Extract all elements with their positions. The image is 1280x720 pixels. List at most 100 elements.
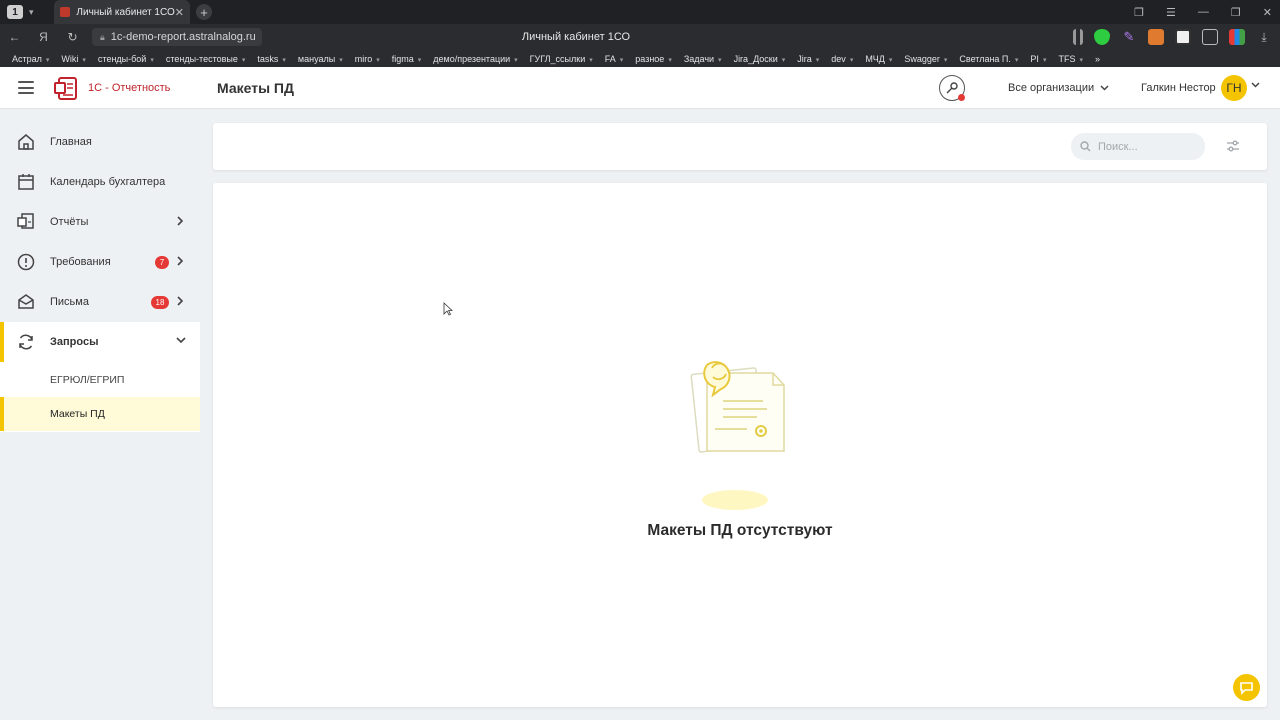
sidebar-item-label: Письма [50,296,89,308]
mail-icon [18,294,34,309]
bookmark-item[interactable]: демо/презентации ▾ [433,54,517,64]
count-badge: 7 [155,256,169,269]
empty-state-illustration [690,361,785,510]
hamburger-menu-icon[interactable] [18,81,34,94]
browser-tab[interactable]: Личный кабинет 1СО ✕ [54,0,190,24]
certificate-key-button[interactable] [939,75,965,101]
bookmark-item[interactable]: разное ▾ [635,54,672,64]
bookmark-item[interactable]: figma ▾ [392,54,422,64]
chevron-down-icon[interactable]: ▾ [29,7,34,18]
bookmark-item[interactable]: Светлана П. ▾ [959,54,1018,64]
notification-dot [958,94,965,101]
puzzle-extension-icon[interactable] [1202,29,1218,45]
chevron-right-icon [177,216,184,226]
organizations-label: Все организации [1008,82,1095,94]
sidebar-item-label: Требования [50,256,111,268]
address-bar: ← Я ↻ 🔒︎ 1c-demo-report.astralnalog.ru Л… [0,24,1280,50]
bookmark-item[interactable]: Задачи ▾ [684,54,722,64]
page-title: Макеты ПД [217,80,294,96]
sidebar-subitem-label: Макеты ПД [50,408,105,420]
bookmark-item[interactable]: PI ▾ [1030,54,1046,64]
restore-icon[interactable]: ❐ [1231,6,1241,19]
refresh-icon [19,334,33,350]
menu-icon[interactable]: ☰ [1166,6,1176,19]
shield-extension-icon[interactable] [1094,29,1110,45]
sidebar-subitem-label: ЕГРЮЛ/ЕГРИП [50,374,125,386]
terminal-extension-icon[interactable] [1175,29,1191,45]
bookmark-item[interactable]: Jira_Доски ▾ [734,54,786,64]
chevron-down-icon [1100,85,1109,91]
bookmark-icon[interactable] [1073,29,1083,45]
bookmark-item[interactable]: стенды-бой ▾ [98,54,154,64]
sidebar-item-requests[interactable]: Запросы [0,322,200,362]
sidebar-item-home[interactable]: Главная [0,122,200,162]
sidebar-item-reports[interactable]: Отчёты [0,202,200,242]
home-icon [18,134,34,150]
bookmark-item[interactable]: Jira ▾ [797,54,819,64]
bookmark-item[interactable]: tasks ▾ [257,54,286,64]
sidebar-submenu: ЕГРЮЛ/ЕГРИП Макеты ПД [0,362,200,432]
new-tab-button[interactable]: + [196,4,212,20]
tab-counter[interactable]: 1 [7,5,23,19]
collections-icon[interactable]: ❐ [1134,6,1144,19]
bookmark-item[interactable]: Wiki ▾ [61,54,86,64]
app-header: 1С - Отчетность Макеты ПД Все организаци… [0,67,1280,109]
close-icon[interactable]: ✕ [175,6,184,19]
bookmark-item[interactable]: dev ▾ [831,54,853,64]
chat-icon [1240,682,1253,695]
minimize-icon[interactable]: — [1198,6,1209,18]
search-input[interactable] [1098,140,1193,153]
grid-extension-icon[interactable] [1229,29,1245,45]
favicon-icon [60,7,71,17]
sidebar-subitem-pd-templates[interactable]: Макеты ПД [0,397,200,431]
calendar-icon [18,174,34,190]
content-card: Макеты ПД отсутствуют [213,183,1267,707]
search-icon [1080,141,1091,152]
tab-title: Личный кабинет 1СО [76,6,175,18]
mouse-cursor-icon [443,302,453,316]
close-window-icon[interactable]: ✕ [1263,6,1272,19]
chevron-down-icon[interactable] [1251,82,1260,88]
reports-icon [17,213,34,229]
page-title-in-bar: Личный кабинет 1СО [521,31,631,43]
sidebar-item-label: Главная [50,136,92,148]
brand-logo[interactable] [53,75,81,101]
chevron-right-icon [177,256,184,266]
sidebar-item-label: Календарь бухгалтера [50,176,166,188]
sidebar-item-letters[interactable]: Письма 18 [0,282,200,322]
empty-state-text: Макеты ПД отсутствуют [647,522,833,539]
bookmark-item[interactable]: miro ▾ [355,54,380,64]
chevron-right-icon [177,296,184,306]
bookmarks-bar: Астрал ▾ Wiki ▾ стенды-бой ▾ стенды-тестовы… [0,50,1280,67]
download-icon[interactable]: ⤓ [1256,29,1272,45]
search-box [1071,133,1205,160]
avatar[interactable]: ГН [1221,75,1247,101]
bookmark-item[interactable]: МЧД ▾ [865,54,892,64]
feather-extension-icon[interactable]: ✎ [1121,29,1137,45]
sidebar-item-calendar[interactable]: Календарь бухгалтера [0,162,200,202]
bookmark-item[interactable]: FA ▾ [605,54,624,64]
sidebar-item-label: Запросы [50,336,99,348]
bookmark-item[interactable]: TFS ▾ [1058,54,1083,64]
user-name[interactable]: Галкин Нестор [1141,82,1216,94]
filter-settings-icon[interactable] [1226,139,1240,153]
count-badge: 18 [151,296,169,309]
browser-tabstrip: 1 ▾ Личный кабинет 1СО ✕ + ❐ ☰ — ❐ ✕ [0,0,1280,24]
bookmark-item[interactable]: стенды-тестовые ▾ [166,54,246,64]
chevron-down-icon [176,337,186,344]
sidebar-item-requirements[interactable]: Требования 7 [0,242,200,282]
bookmark-item[interactable]: ГУГЛ_ссылки ▾ [530,54,593,64]
bookmark-item[interactable]: Swagger ▾ [904,54,947,64]
sidebar-item-label: Отчёты [50,216,89,228]
alert-icon [17,253,35,271]
bookmarks-more[interactable]: » [1095,54,1100,64]
bookmark-item[interactable]: Астрал ▾ [12,54,49,64]
support-chat-button[interactable] [1233,674,1260,701]
brand-name[interactable]: 1С - Отчетность [88,82,170,94]
sidebar: Главная Календарь бухгалтера Отчёты Треб… [0,122,200,432]
organizations-dropdown[interactable]: Все организации [1008,82,1109,94]
tool-extension-icon[interactable] [1148,29,1164,45]
key-icon [946,82,958,94]
bookmark-item[interactable]: мануалы ▾ [298,54,343,64]
sidebar-subitem-egrul[interactable]: ЕГРЮЛ/ЕГРИП [0,363,200,397]
